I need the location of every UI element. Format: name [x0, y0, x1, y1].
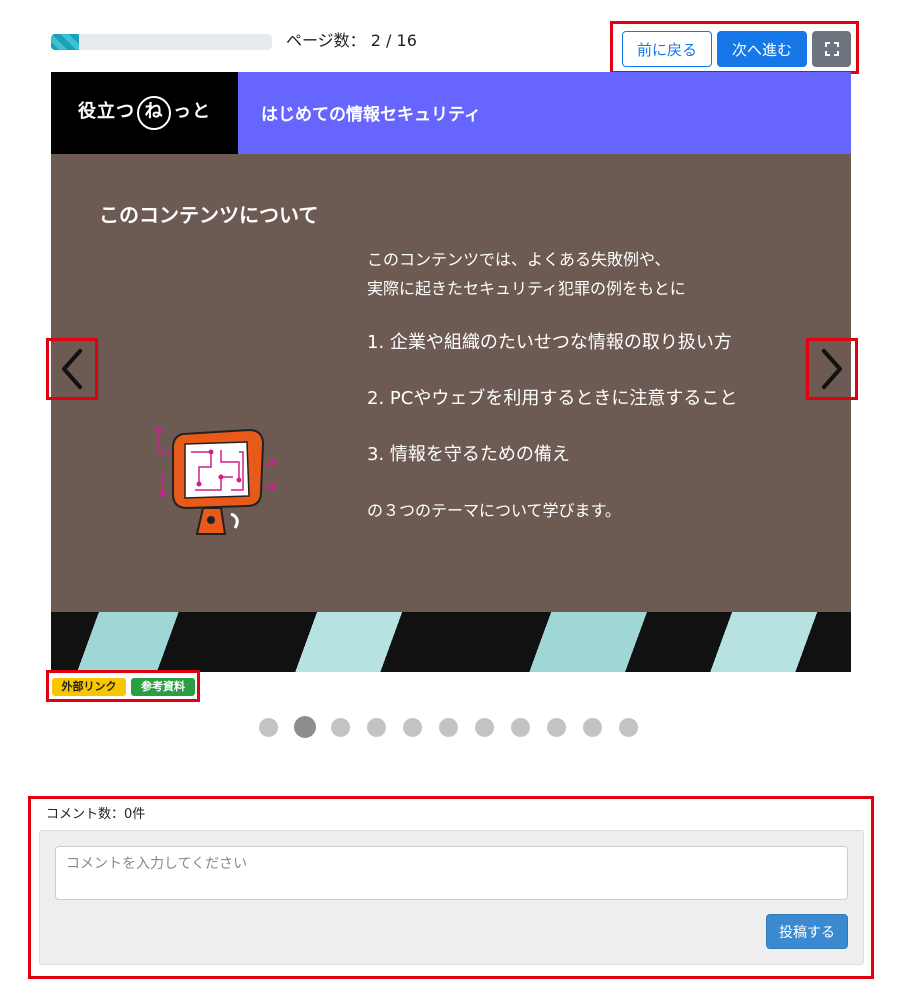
- pagination-dot-active[interactable]: [294, 716, 316, 738]
- slide-header-title: はじめての情報セキュリティ: [261, 105, 481, 125]
- slide-title: このコンテンツについて: [99, 203, 319, 227]
- pagination-dot[interactable]: [475, 718, 494, 737]
- mascot-illustration: [156, 427, 276, 535]
- page-count: ページ数： 2 / 16: [286, 31, 417, 50]
- next-button[interactable]: 次へ進む: [717, 31, 807, 67]
- pagination-dot[interactable]: [439, 718, 458, 737]
- slide: 役立つねっと はじめての情報セキュリティ このコンテンツについて このコンテンツ…: [51, 72, 851, 672]
- reference-tag[interactable]: 参考資料: [131, 678, 195, 696]
- pagination-dot[interactable]: [259, 718, 278, 737]
- intro-line: 実際に起きたセキュリティ犯罪の例をもとに: [367, 279, 686, 298]
- previous-button[interactable]: 前に戻る: [622, 31, 712, 67]
- next-slide-arrow[interactable]: [806, 338, 858, 400]
- logo-text: 役立つねっと: [78, 96, 211, 130]
- slide-footer-decoration: [51, 612, 851, 672]
- pagination-dot[interactable]: [367, 718, 386, 737]
- logo: 役立つねっと: [51, 72, 238, 154]
- previous-slide-arrow[interactable]: [46, 338, 98, 400]
- pagination-dot[interactable]: [403, 718, 422, 737]
- comment-input[interactable]: [55, 846, 848, 900]
- intro-line: このコンテンツでは、よくある失敗例や、: [367, 250, 671, 269]
- pagination-dot[interactable]: [619, 718, 638, 737]
- chevron-left-icon: [62, 349, 82, 389]
- comment-count: コメント数：0件: [46, 807, 146, 822]
- external-link-tag[interactable]: 外部リンク: [52, 678, 126, 696]
- progress-bar: [51, 34, 272, 50]
- outro-text: の３つのテーマについて学びます。: [367, 501, 621, 520]
- fullscreen-button[interactable]: [812, 31, 851, 67]
- pagination-dot[interactable]: [547, 718, 566, 737]
- theme-item: 2. PCやウェブを利用するときに注意すること: [367, 388, 738, 409]
- chevron-right-icon: [822, 349, 842, 389]
- pagination-dot[interactable]: [583, 718, 602, 737]
- progress-fill: [51, 34, 79, 50]
- fullscreen-icon: [824, 42, 839, 56]
- theme-item: 3. 情報を守るための備え: [367, 444, 570, 465]
- pagination-dot[interactable]: [331, 718, 350, 737]
- theme-item: 1. 企業や組織のたいせつな情報の取り扱い方: [367, 332, 732, 353]
- pagination-dot[interactable]: [511, 718, 530, 737]
- slide-header: 役立つねっと はじめての情報セキュリティ: [51, 72, 851, 154]
- post-comment-button[interactable]: 投稿する: [766, 914, 848, 949]
